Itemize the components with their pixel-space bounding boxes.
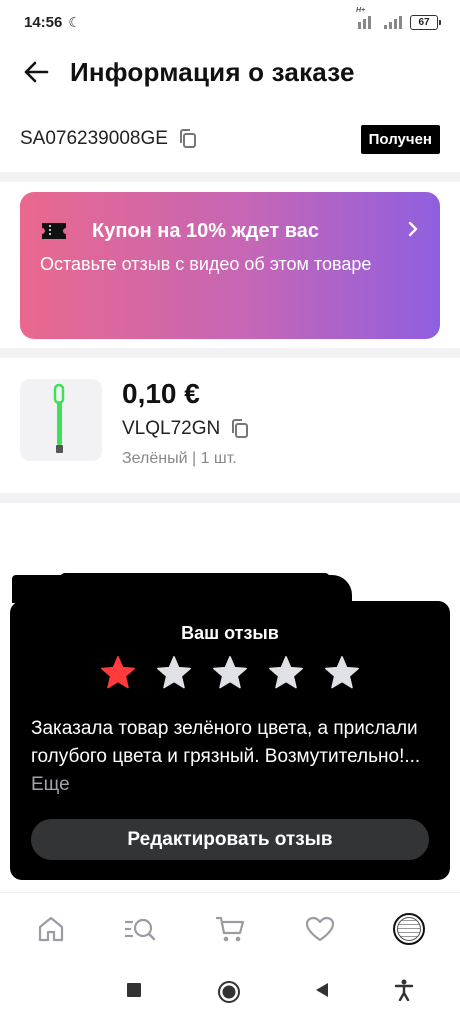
home-icon[interactable] [23, 901, 79, 957]
battery-level: 67 [418, 16, 430, 28]
favorites-icon[interactable] [292, 901, 348, 957]
order-number-row: SA076239008GE Получен [0, 116, 460, 162]
review-body: Заказала товар зелёного цвета, а прислал… [31, 718, 421, 767]
star-icon[interactable] [99, 654, 137, 692]
star-icon[interactable] [211, 654, 249, 692]
page-title: Информация о заказе [70, 56, 355, 87]
product-price: 0,10 € [122, 378, 200, 409]
profile-avatar[interactable] [381, 901, 437, 957]
battery-icon: 67 [410, 14, 441, 30]
star-icon[interactable] [323, 654, 361, 692]
status-bar: 14:56 ☾ H+ 67 [0, 0, 460, 44]
order-number: SA076239008GE [20, 128, 168, 149]
coupon-subtitle: Оставьте отзыв с видео об этом товаре [40, 254, 372, 274]
product-variant: Зелёный | 1 шт. [122, 450, 237, 467]
avatar-image [397, 916, 422, 941]
review-card: Ваш отзыв Заказала товар зелёного цвета,… [10, 601, 450, 880]
avatar [393, 912, 426, 945]
signal-icon-2 [384, 15, 402, 29]
order-status-badge: Получен [360, 124, 440, 154]
review-text: Заказала товар зелёного цвета, а прислал… [31, 715, 431, 799]
review-more-link[interactable]: Еще [31, 774, 70, 795]
network-type: H+ [356, 7, 366, 14]
divider [0, 172, 460, 182]
star-icon[interactable] [267, 654, 305, 692]
product-sku: VLQL72GN [122, 418, 221, 439]
star-icon[interactable] [155, 654, 193, 692]
review-title: Ваш отзыв [181, 623, 279, 643]
ticket-icon [40, 220, 68, 242]
accessibility-icon[interactable] [394, 979, 414, 1001]
back-arrow-icon[interactable] [20, 56, 52, 88]
app-header: Информация о заказе [0, 44, 460, 100]
rating-stars[interactable] [10, 654, 450, 692]
home-circle-icon[interactable] [217, 980, 241, 1004]
recents-square-icon[interactable] [126, 982, 142, 998]
coupon-banner[interactable]: Купон на 10% ждет вас Оставьте отзыв с в… [20, 192, 440, 339]
copy-icon[interactable] [230, 418, 250, 440]
divider [0, 493, 460, 503]
cart-icon[interactable] [202, 901, 258, 957]
status-icons: H+ 67 [356, 7, 441, 30]
catalog-search-icon[interactable] [112, 901, 168, 957]
divider [0, 348, 460, 358]
bottom-navigation [0, 892, 460, 964]
edit-review-button[interactable]: Редактировать отзыв [31, 819, 429, 860]
chevron-right-icon [406, 218, 420, 244]
back-triangle-icon[interactable] [314, 982, 330, 998]
system-navigation-bar [0, 964, 460, 1024]
product-thumbnail[interactable] [20, 379, 102, 461]
product-item: 0,10 € VLQL72GN Зелёный | 1 шт. [0, 368, 460, 488]
redaction-mark [12, 575, 352, 603]
usb-lamp-image [53, 383, 65, 453]
do-not-disturb-icon: ☾ [68, 13, 81, 30]
status-time: 14:56 [24, 13, 63, 31]
coupon-title: Купон на 10% ждет вас [92, 219, 319, 242]
signal-icon: H+ [356, 7, 376, 29]
copy-icon[interactable] [178, 128, 198, 150]
